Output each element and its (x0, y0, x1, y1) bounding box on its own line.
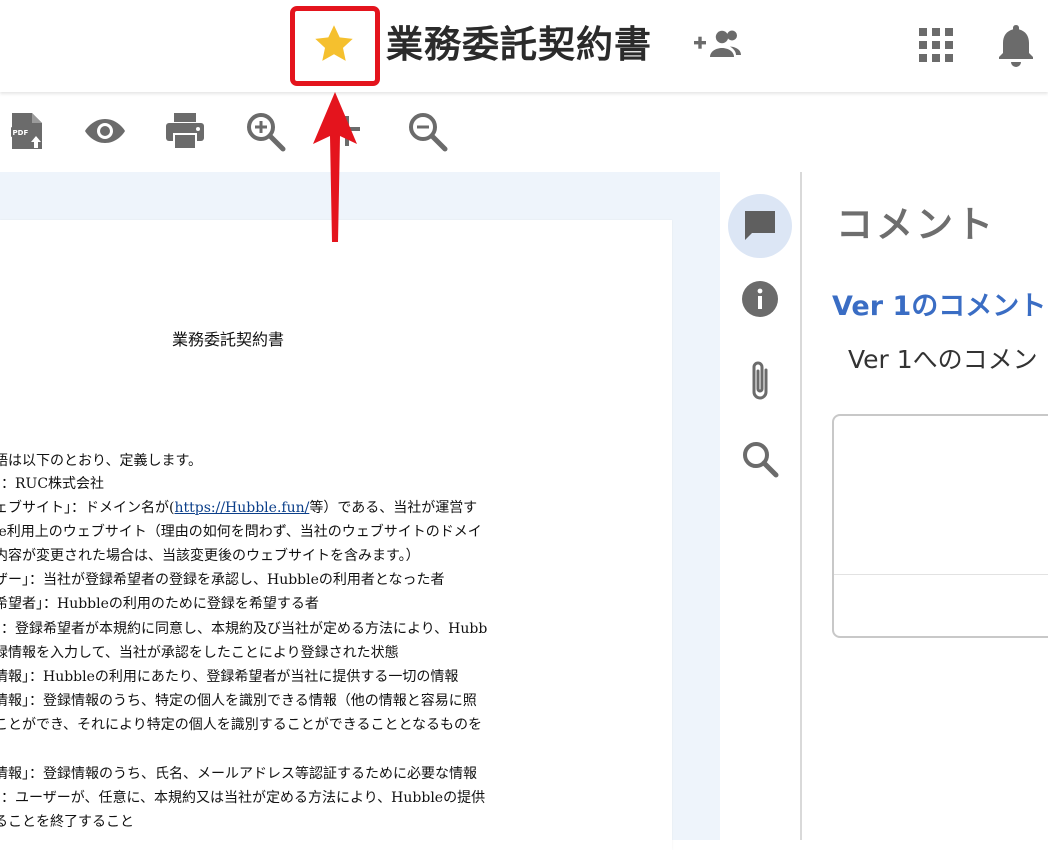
version-comments-subtitle: Ver 1へのコメン (848, 345, 1038, 374)
bell-icon[interactable] (996, 22, 1036, 68)
panel-title: コメント (836, 203, 996, 246)
print-icon[interactable] (164, 110, 206, 152)
comment-icon (745, 211, 775, 240)
document-toolbar: PDF (0, 92, 720, 172)
doc-line: ことができ、それにより特定の個人を識別することができることとなるものを (0, 717, 483, 733)
search-icon (743, 442, 779, 478)
svg-text:PDF: PDF (13, 129, 29, 137)
doc-line: 内容が変更された場合は、当該変更後のウェブサイトを含みます。） (0, 548, 420, 564)
eye-icon[interactable] (84, 110, 126, 152)
doc-line: 希望者」：Hubbleの利用のために登録を希望する者 (0, 596, 319, 612)
doc-line-prefix: ェブサイト」：ドメイン名が( (0, 500, 175, 516)
document-heading: 業務委託契約書 (172, 330, 285, 349)
comment-box-divider (834, 574, 1048, 575)
add-people-icon[interactable] (692, 26, 742, 62)
apps-grid-icon[interactable] (918, 27, 954, 63)
info-icon (742, 281, 778, 317)
attachments-tab[interactable] (728, 348, 792, 412)
document-viewer[interactable]: 業務委託契約書 ) ) 語は以下のとおり、定義します。 」：RUC株式会社 ェブ… (0, 172, 720, 850)
pdf-export-icon[interactable]: PDF (6, 110, 48, 152)
doc-line: 語は以下のとおり、定義します。 (0, 453, 203, 469)
doc-line-with-link: ェブサイト」：ドメイン名が(https://Hubble.fun/等）である、当… (0, 497, 477, 519)
doc-line: 情報」：登録情報のうち、特定の個人を識別できる情報（他の情報と容易に照 (0, 693, 477, 709)
version-comments-heading[interactable]: Ver 1のコメント (832, 284, 1046, 323)
document-title[interactable]: 業務委託契約書 (386, 20, 652, 70)
side-rail (720, 172, 800, 840)
doc-line: le利用上のウェブサイト（理由の如何を問わず、当社のウェブサイトのドメイ (0, 524, 482, 540)
info-tab[interactable] (728, 268, 792, 332)
annotation-arrow (313, 92, 357, 242)
doc-line: ザー」：当社が登録希望者の登録を承認し、Hubbleの利用者となった者 (0, 572, 445, 588)
attachment-icon (752, 361, 768, 400)
star-icon[interactable] (312, 22, 356, 66)
doc-line: 情報」：Hubbleの利用にあたり、登録希望者が当社に提供する一切の情報 (0, 669, 459, 685)
zoom-in-icon[interactable] (244, 110, 286, 152)
doc-line: ることを終了すること (0, 814, 134, 830)
doc-line: 」：RUC株式会社 (0, 476, 105, 492)
zoom-out-icon[interactable] (406, 110, 448, 152)
comments-panel: コメント Ver 1のコメント Ver 1へのコメン (802, 172, 1048, 840)
doc-line-suffix: 等）である、当社が運営す (309, 500, 478, 516)
doc-line: 」：ユーザーが、任意に、本規約又は当社が定める方法により、Hubbleの提供 (0, 790, 486, 806)
document-page: 業務委託契約書 ) ) 語は以下のとおり、定義します。 」：RUC株式会社 ェブ… (0, 220, 672, 850)
hubble-link[interactable]: https://Hubble.fun/ (174, 500, 309, 516)
comment-input-box[interactable] (832, 414, 1048, 638)
comments-tab[interactable] (728, 194, 792, 258)
doc-line: 情報」：登録情報のうち、氏名、メールアドレス等認証するために必要な情報 (0, 766, 477, 782)
doc-line: 録情報を入力して、当社が承認をしたことにより登録された状態 (0, 645, 399, 661)
search-tab[interactable] (728, 428, 792, 492)
top-header: 業務委託契約書 (0, 0, 1048, 92)
doc-line: 」：登録希望者が本規約に同意し、本規約及び当社が定める方法により、Hubb (0, 621, 488, 637)
